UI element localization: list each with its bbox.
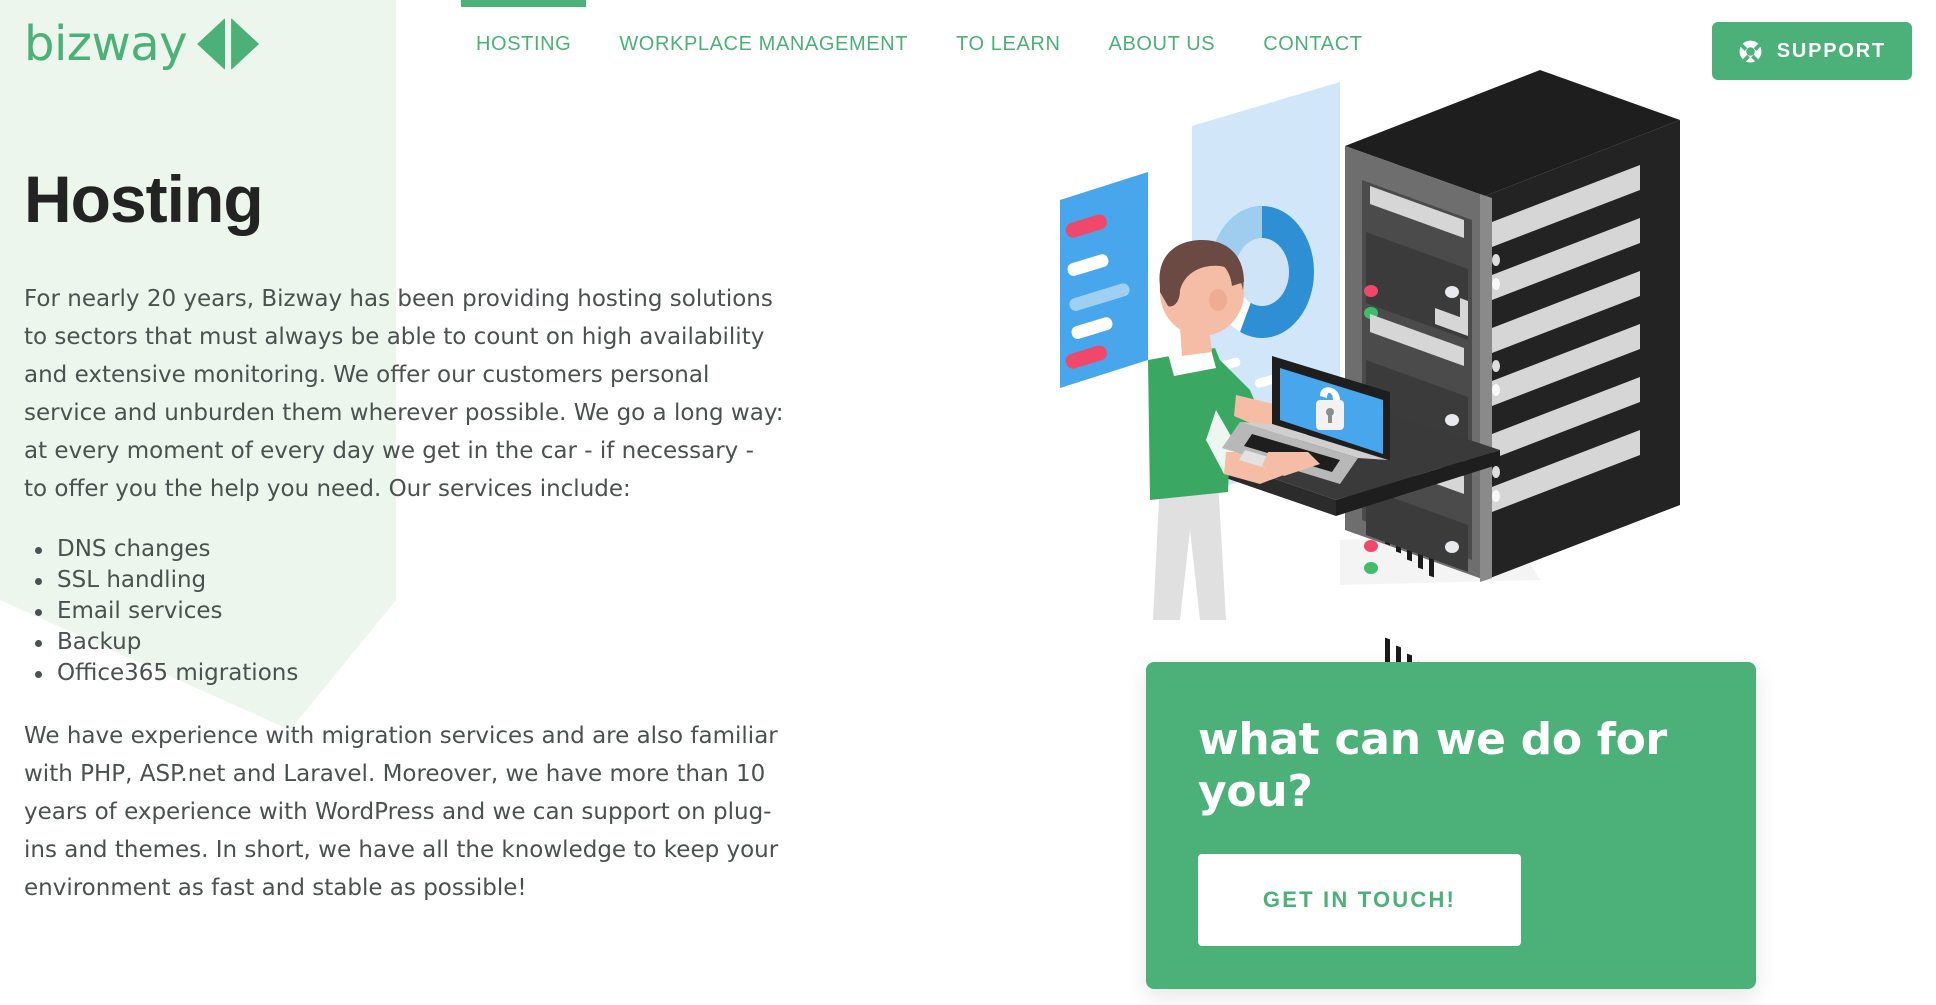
list-item: DNS changes [24, 534, 784, 565]
list-item: Email services [24, 596, 784, 627]
nav-item-workplace-management[interactable]: WORKPLACE MANAGEMENT [595, 0, 932, 88]
support-button-label: SUPPORT [1776, 39, 1886, 62]
triangle-left-icon [197, 18, 226, 70]
nav-item-contact[interactable]: CONTACT [1239, 0, 1386, 88]
nav-item-hosting[interactable]: HOSTING [452, 0, 595, 88]
support-button[interactable]: SUPPORT [1711, 22, 1912, 80]
logo-mark [197, 18, 260, 70]
triangle-right-icon [231, 18, 260, 70]
lifebuoy-icon [1738, 39, 1763, 64]
status-led-red [1364, 540, 1378, 552]
experience-paragraph: We have experience with migration servic… [24, 723, 779, 902]
main-navigation: HOSTING WORKPLACE MANAGEMENT TO LEARN AB… [452, 0, 1387, 88]
list-item: SSL handling [24, 565, 784, 596]
main-content: Hosting For nearly 20 years, Bizway has … [24, 162, 784, 907]
get-in-touch-button[interactable]: GET IN TOUCH! [1198, 854, 1521, 946]
server-rack [1345, 70, 1680, 680]
nav-item-to-learn[interactable]: TO LEARN [932, 0, 1084, 88]
blue-info-card [1060, 172, 1148, 388]
list-item: Backup [24, 627, 784, 658]
nav-item-about-us[interactable]: ABOUT US [1085, 0, 1240, 88]
list-item: Office365 migrations [24, 658, 784, 689]
status-led-red [1364, 285, 1378, 297]
page-title: Hosting [24, 162, 264, 236]
cta-card: what can we do for you? GET IN TOUCH! [1146, 662, 1756, 989]
logo[interactable]: bizway [24, 14, 260, 74]
logo-text: bizway [24, 16, 188, 72]
cta-title: what can we do for you? [1198, 714, 1667, 817]
intro-paragraph: For nearly 20 years, Bizway has been pro… [24, 286, 784, 503]
status-led-green [1364, 562, 1378, 574]
page-root: bizway HOSTING WORKPLACE MANAGEMENT TO L… [0, 0, 1936, 1005]
server-rack-technician-illustration [1040, 60, 1680, 680]
services-list: DNS changes SSL handling Email services … [24, 534, 784, 689]
site-header: bizway HOSTING WORKPLACE MANAGEMENT TO L… [0, 0, 1936, 88]
